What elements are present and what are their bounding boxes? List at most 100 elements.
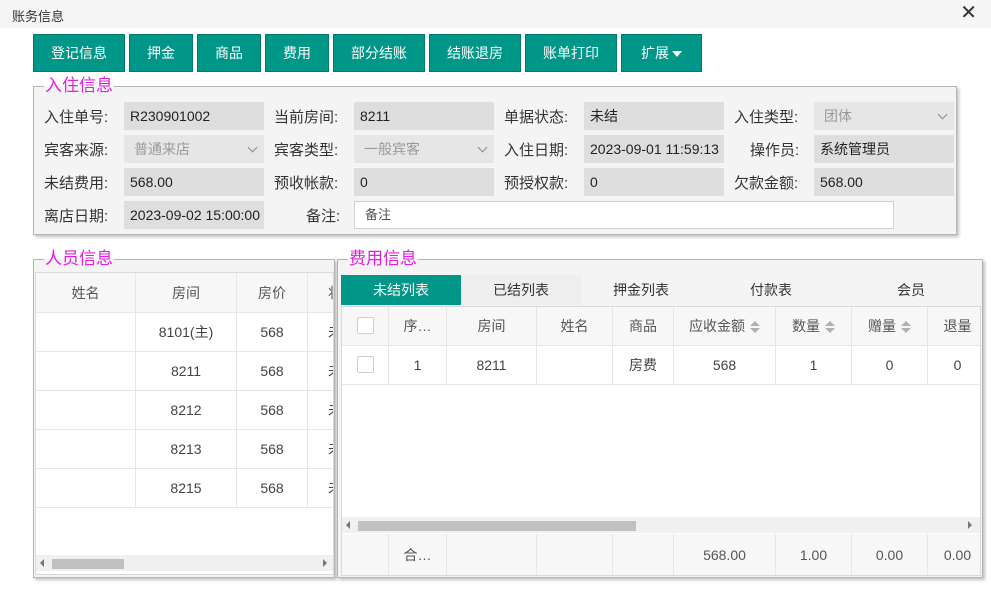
toolbar: 登记信息 押金 商品 费用 部分结账 结账退房 账单打印 扩展 [33,34,702,72]
scroll-thumb[interactable] [52,559,124,569]
fees-button[interactable]: 费用 [265,34,329,72]
tab-unsettled[interactable]: 未结列表 [341,275,461,305]
fees-header-qty[interactable]: 数量 [776,307,852,346]
depart-date-value: 2023-09-02 15:00:00 [124,201,264,229]
checkout-button[interactable]: 结账退房 [429,34,521,72]
partial-checkout-button[interactable]: 部分结账 [333,34,425,72]
fees-legend: 费用信息 [349,249,417,268]
operator-label: 操作员: [750,142,800,159]
fees-header-receivable-label: 应收金额 [689,318,745,334]
tab-member[interactable]: 会员 [861,275,961,305]
owed-label: 欠款金额: [734,175,799,192]
tab-payments[interactable]: 付款表 [711,275,831,305]
person-room-cell: 8101(主) [136,313,237,352]
footer-empty-cell [447,534,537,575]
scroll-left-icon[interactable] [40,559,44,567]
window-title: 账务信息 [12,9,65,24]
fees-hscrollbar[interactable] [342,517,980,533]
persons-grid: 姓名 房间 房价 状 8101(主) 568 未 8211 568 未 8212… [35,272,334,575]
footer-empty-cell [537,534,613,575]
fees-header-receivable[interactable]: 应收金额 [674,307,776,346]
person-room-cell: 8211 [136,352,237,391]
doc-status-value: 未结 [584,102,724,130]
person-price-cell: 568 [237,352,308,391]
checkin-type-value: 团体 [824,108,852,124]
row-select-cell [342,346,389,385]
guest-type-select[interactable]: 一般宾客 [354,135,494,163]
fees-header-goods[interactable]: 商品 [613,307,674,346]
window-titlebar: 账务信息 ✕ [0,0,991,28]
tab-settled[interactable]: 已结列表 [461,275,581,305]
source-select[interactable]: 普通来店 [124,135,264,163]
caret-down-icon [672,51,682,57]
fee-return-cell: 0 [928,346,980,385]
order-no-value: R230901002 [124,102,264,130]
chevron-down-icon [477,142,488,153]
person-name-cell [36,430,136,469]
goods-button[interactable]: 商品 [197,34,261,72]
person-room-cell: 8213 [136,430,237,469]
scroll-right-icon[interactable] [323,559,327,567]
note-input[interactable]: 备注 [354,201,894,229]
print-bill-button[interactable]: 账单打印 [525,34,617,72]
persons-header-status[interactable]: 状 [308,273,333,313]
chevron-down-icon [247,142,258,153]
person-name-cell [36,352,136,391]
operator-value: 系统管理员 [814,135,954,163]
scroll-left-icon[interactable] [346,521,350,529]
person-name-cell [36,469,136,508]
checkin-date-value: 2023-09-01 11:59:13 [584,135,724,163]
fees-header-gift[interactable]: 赠量 [852,307,928,346]
unsettled-label: 未结费用: [44,175,109,192]
fee-room-cell: 8211 [447,346,537,385]
prepaid-label: 预收帐款: [274,175,339,192]
fee-seq-cell: 1 [389,346,447,385]
tab-deposits[interactable]: 押金列表 [581,275,701,305]
footer-empty-cell [342,534,389,575]
room-label: 当前房间: [274,109,339,126]
deposit-button[interactable]: 押金 [129,34,193,72]
sort-icon[interactable] [750,321,760,334]
guest-type-value: 一般宾客 [364,141,420,157]
room-value: 8211 [354,102,494,130]
persons-hscrollbar[interactable] [36,555,333,571]
fees-header-seq[interactable]: 序… [389,307,447,346]
checkin-type-select[interactable]: 团体 [814,102,954,130]
order-no-label: 入住单号: [44,109,109,126]
footer-gift-total: 0.00 [852,534,928,575]
person-status-cell: 未 [308,391,333,430]
fee-receivable-cell: 568 [674,346,776,385]
persons-header-name[interactable]: 姓名 [36,273,136,313]
scroll-thumb[interactable] [358,521,636,531]
preauth-value: 0 [584,168,724,196]
fees-header-room[interactable]: 房间 [447,307,537,346]
select-all-checkbox[interactable] [356,317,374,334]
person-name-cell [36,313,136,352]
footer-empty-cell [613,534,674,575]
scroll-right-icon[interactable] [968,521,972,529]
close-icon[interactable]: ✕ [960,2,977,24]
register-info-button[interactable]: 登记信息 [33,34,125,72]
fees-header-name[interactable]: 姓名 [537,307,613,346]
fee-name-cell [537,346,613,385]
note-label: 备注: [306,208,341,225]
fee-gift-cell: 0 [852,346,928,385]
person-status-cell: 未 [308,352,333,391]
row-checkbox[interactable] [356,356,374,373]
footer-total-label: 合… [389,534,447,575]
footer-return-total: 0.00 [928,534,980,575]
sort-icon[interactable] [825,321,835,334]
source-value: 普通来店 [134,141,190,157]
fees-header-select [342,307,389,346]
footer-qty-total: 1.00 [776,534,852,575]
fees-header-return[interactable]: 退量 [928,307,980,346]
extend-menu-button[interactable]: 扩展 [621,34,702,72]
persons-header-room[interactable]: 房间 [136,273,237,313]
persons-header-price[interactable]: 房价 [237,273,308,313]
extend-menu-label: 扩展 [641,45,669,61]
person-room-cell: 8212 [136,391,237,430]
owed-value: 568.00 [814,168,954,196]
checkin-info-legend: 入住信息 [45,76,113,95]
fee-goods-cell: 房费 [613,346,674,385]
sort-icon[interactable] [901,321,911,334]
